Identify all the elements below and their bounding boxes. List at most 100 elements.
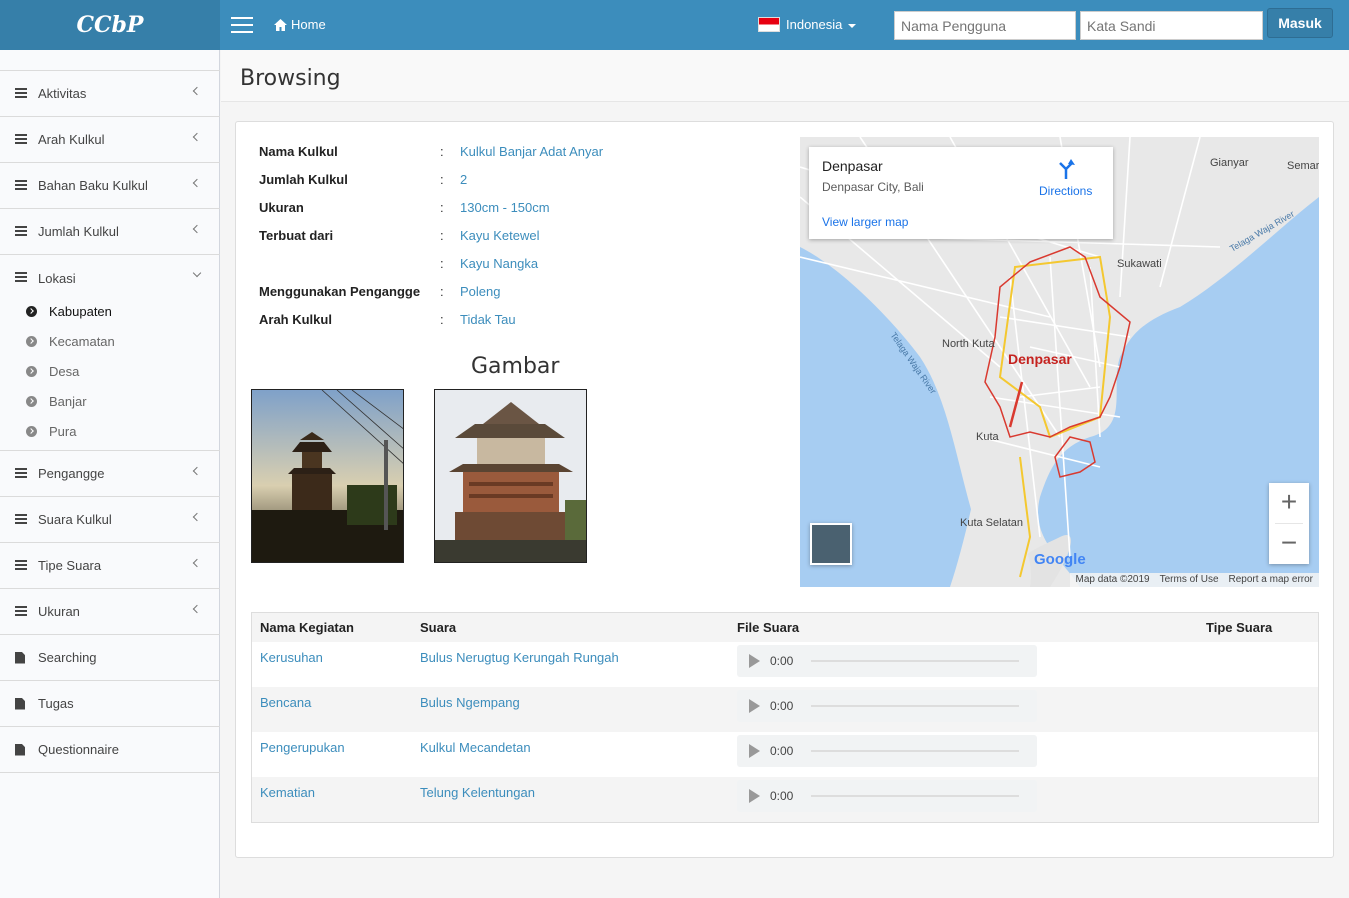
table-header: Nama Kegiatan Suara File Suara Tipe Suar… <box>252 613 1318 642</box>
audio-player[interactable]: 0:00 <box>737 690 1037 722</box>
sidebar-item-jumlah-kulkul[interactable]: Jumlah Kulkul <box>0 209 220 255</box>
audio-player[interactable]: 0:00 <box>737 735 1037 767</box>
zoom-control: + − <box>1269 483 1309 564</box>
info-key: Terbuat dari <box>259 228 334 243</box>
map-report-link[interactable]: Report a map error <box>1229 573 1313 587</box>
sidebar-item-aktivitas[interactable]: Aktivitas <box>0 71 220 117</box>
sidebar-item-label: Jumlah Kulkul <box>38 224 119 239</box>
sidebar-item-label: Questionnaire <box>38 742 119 757</box>
info-row: Ukuran: 130cm - 150cm <box>259 200 603 228</box>
bars-icon <box>15 225 27 238</box>
suara-link[interactable]: Bulus Nerugtug Kerungah Rungah <box>420 650 619 665</box>
satellite-toggle[interactable] <box>810 523 852 565</box>
chevron-left-icon <box>192 558 202 568</box>
suara-link[interactable]: Bulus Ngempang <box>420 695 520 710</box>
file-icon <box>15 743 27 756</box>
audio-progress-track[interactable] <box>811 750 1020 752</box>
info-separator: : <box>440 172 444 187</box>
language-dropdown[interactable]: Indonesia <box>758 17 857 32</box>
bars-icon <box>15 87 27 100</box>
submenu-item-label: Desa <box>49 363 80 379</box>
map-label-kuta: Kuta <box>976 431 1000 443</box>
audio-player[interactable]: 0:00 <box>737 645 1037 677</box>
sidebar-item-questionnaire[interactable]: Questionnaire <box>0 727 220 773</box>
bars-icon <box>15 133 27 146</box>
sidebar-item-arah-kulkul[interactable]: Arah Kulkul <box>0 117 220 163</box>
zoom-out-button[interactable]: − <box>1269 524 1309 564</box>
info-key: Arah Kulkul <box>259 312 332 327</box>
sidebar-item-label: Arah Kulkul <box>38 132 105 147</box>
sidebar-item-ukuran[interactable]: Ukuran <box>0 589 220 635</box>
submenu-item-kecamatan[interactable]: Kecamatan <box>0 326 220 356</box>
info-row: : Kayu Nangka <box>259 256 603 284</box>
password-input[interactable] <box>1080 11 1263 40</box>
sidebar-item-suara-kulkul[interactable]: Suara Kulkul <box>0 497 220 543</box>
info-value[interactable]: Kulkul Banjar Adat Anyar <box>460 144 603 172</box>
chevron-circle-right-icon <box>26 305 37 317</box>
audio-player[interactable]: 0:00 <box>737 780 1037 812</box>
sidebar-item-lokasi[interactable]: Lokasi <box>0 255 220 301</box>
content-header: Browsing <box>221 50 1349 102</box>
sidebar-item-tugas[interactable]: Tugas <box>0 681 220 727</box>
info-key: Nama Kulkul <box>259 144 338 159</box>
kegiatan-link[interactable]: Kematian <box>260 785 315 800</box>
directions-icon[interactable] <box>1057 159 1075 179</box>
info-value[interactable]: Tidak Tau <box>460 312 516 340</box>
kegiatan-link[interactable]: Kerusuhan <box>260 650 323 665</box>
home-link[interactable]: Home <box>274 17 326 32</box>
view-larger-map-link[interactable]: View larger map <box>822 215 908 229</box>
audio-progress-track[interactable] <box>811 705 1020 707</box>
kulkul-photo-1[interactable] <box>251 389 404 563</box>
login-button[interactable]: Masuk <box>1267 8 1333 38</box>
submenu-item-label: Banjar <box>49 393 87 409</box>
detail-box: Nama Kulkul: Kulkul Banjar Adat Anyar Juml… <box>235 121 1334 858</box>
gambar-heading: Gambar <box>471 354 560 379</box>
sidebar-item-label: Suara Kulkul <box>38 512 112 527</box>
sidebar-item-searching[interactable]: Searching <box>0 635 220 681</box>
directions-link[interactable]: Directions <box>1039 184 1092 198</box>
kegiatan-link[interactable]: Pengerupukan <box>260 740 345 755</box>
sidebar-item-label: Pengangge <box>38 466 105 481</box>
sidebar-item-tipe-suara[interactable]: Tipe Suara <box>0 543 220 589</box>
audio-progress-track[interactable] <box>811 660 1020 662</box>
info-value[interactable]: 130cm - 150cm <box>460 200 550 228</box>
indonesia-flag-icon <box>758 17 780 32</box>
play-icon[interactable] <box>749 744 760 758</box>
info-separator: : <box>440 284 444 299</box>
menu-toggle-icon[interactable] <box>231 17 253 33</box>
submenu-item-pura[interactable]: Pura <box>0 416 220 446</box>
info-value[interactable]: Kayu Nangka <box>460 256 538 284</box>
map-place-sub: Denpasar City, Bali <box>822 180 924 194</box>
zoom-in-button[interactable]: + <box>1269 483 1309 523</box>
table-row: Bencana Bulus Ngempang 0:00 <box>252 687 1318 732</box>
info-value[interactable]: Poleng <box>460 284 500 312</box>
info-separator: : <box>440 256 444 271</box>
play-icon[interactable] <box>749 789 760 803</box>
th-suara: Suara <box>420 620 457 635</box>
submenu-item-desa[interactable]: Desa <box>0 356 220 386</box>
play-icon[interactable] <box>749 654 760 668</box>
app-logo[interactable]: CCbP <box>0 0 220 50</box>
map-info-card: Denpasar Denpasar City, Bali View larger… <box>809 147 1113 239</box>
kulkul-photo-2[interactable] <box>434 389 587 563</box>
map-label-sukawati: Sukawati <box>1117 258 1162 270</box>
suara-link[interactable]: Telung Kelentungan <box>420 785 535 800</box>
map-label-kuta-selatan: Kuta Selatan <box>960 517 1023 529</box>
username-input[interactable] <box>894 11 1076 40</box>
chevron-left-icon <box>192 86 202 96</box>
map-terms-link[interactable]: Terms of Use <box>1160 573 1219 587</box>
home-icon <box>274 18 287 31</box>
google-map[interactable]: Denpasar Gianyar Semar Sukawati North Ku… <box>800 137 1319 587</box>
sidebar-item-bahan-baku-kulkul[interactable]: Bahan Baku Kulkul <box>0 163 220 209</box>
sidebar-item-pengangge[interactable]: Pengangge <box>0 451 220 497</box>
info-value[interactable]: Kayu Ketewel <box>460 228 540 256</box>
submenu-item-banjar[interactable]: Banjar <box>0 386 220 416</box>
sidebar-item-label: Ukuran <box>38 604 80 619</box>
audio-progress-track[interactable] <box>811 795 1020 797</box>
info-value[interactable]: 2 <box>460 172 467 200</box>
play-icon[interactable] <box>749 699 760 713</box>
suara-link[interactable]: Kulkul Mecandetan <box>420 740 531 755</box>
info-separator: : <box>440 200 444 215</box>
kegiatan-link[interactable]: Bencana <box>260 695 311 710</box>
map-label-north-kuta: North Kuta <box>942 338 995 350</box>
